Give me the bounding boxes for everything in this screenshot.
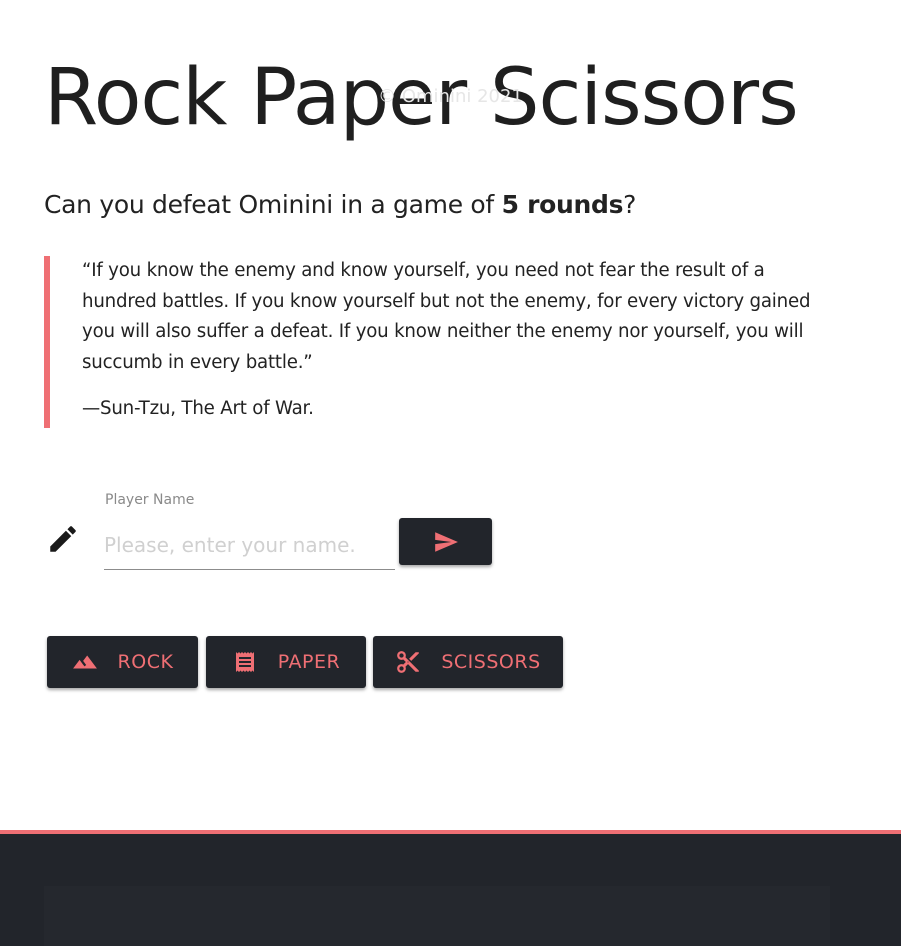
send-icon xyxy=(433,529,459,555)
subtitle-prefix: Can you defeat Ominini in a game of xyxy=(44,190,502,219)
mountain-icon xyxy=(72,649,98,675)
paper-label: PAPER xyxy=(277,651,341,673)
subtitle-suffix: ? xyxy=(623,190,637,219)
scissors-button[interactable]: SCISSORS xyxy=(373,636,563,688)
paper-button[interactable]: PAPER xyxy=(206,636,366,688)
game-subtitle: Can you defeat Ominini in a game of 5 ro… xyxy=(44,190,636,219)
submit-name-button[interactable] xyxy=(399,518,492,565)
footer-panel xyxy=(44,886,830,946)
quote-author: —Sun-Tzu, The Art of War. xyxy=(82,398,314,420)
pencil-icon xyxy=(46,522,80,556)
quote-text: “If you know the enemy and know yourself… xyxy=(82,260,811,373)
player-name-input[interactable] xyxy=(104,522,395,570)
rock-label: ROCK xyxy=(117,651,174,673)
page-footer xyxy=(0,830,901,946)
footer-copyright: © Ominini 2021 xyxy=(378,86,523,107)
rock-button[interactable]: ROCK xyxy=(47,636,198,688)
rounds-count: 5 rounds xyxy=(501,190,624,219)
receipt-icon xyxy=(232,649,258,675)
sun-tzu-quote: “If you know the enemy and know yourself… xyxy=(44,256,844,428)
scissors-label: SCISSORS xyxy=(441,651,541,673)
scissors-icon xyxy=(395,649,421,675)
player-name-label: Player Name xyxy=(105,492,195,508)
